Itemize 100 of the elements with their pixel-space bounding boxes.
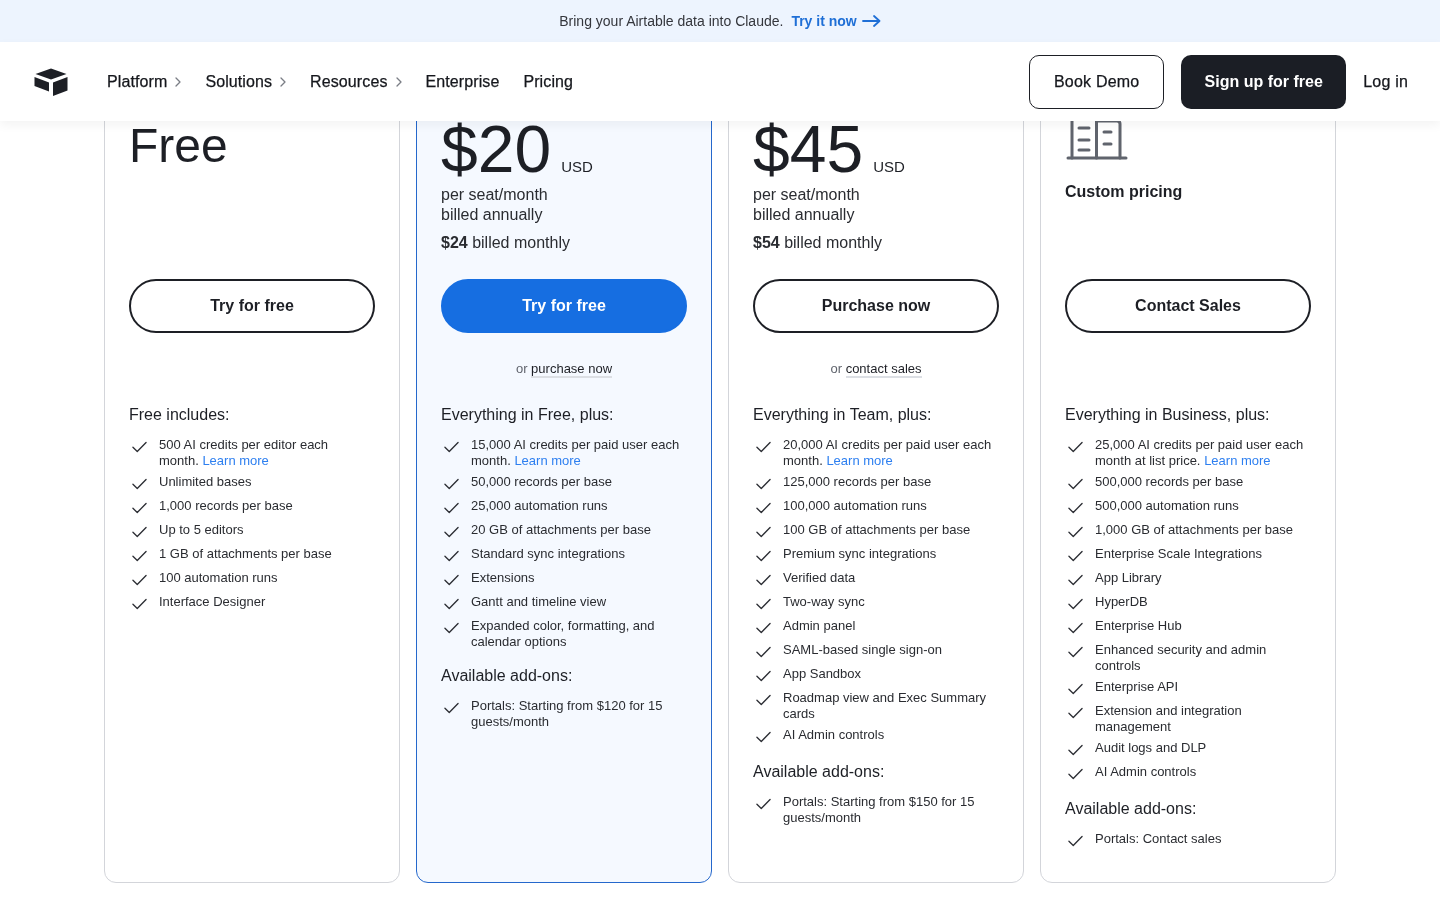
feature-text: Unlimited bases — [159, 474, 252, 490]
alternative-action-link[interactable]: contact sales — [845, 361, 922, 378]
check-icon — [444, 702, 459, 714]
book-demo-button[interactable]: Book Demo — [1029, 54, 1165, 109]
log-in-link[interactable]: Log in — [1363, 72, 1408, 91]
feature-text: Premium sync integrations — [783, 546, 937, 562]
check-icon — [756, 502, 771, 514]
billing-note: billed annually — [753, 205, 856, 225]
feature-text: 500 AI credits per editor each month. Learn more — [159, 437, 330, 469]
check-icon — [756, 478, 771, 490]
nav-menu-item[interactable]: Resources — [310, 72, 402, 91]
learn-more-link[interactable]: Learn more — [826, 453, 893, 468]
logo-icon[interactable] — [34, 67, 68, 96]
price-amount: $20 — [441, 122, 552, 176]
features-heading: Everything in Team, plus: — [753, 405, 933, 425]
check-icon — [132, 478, 147, 490]
plan-cta-button[interactable]: Try for free — [441, 279, 687, 333]
feature-text: Audit logs and DLP — [1095, 740, 1207, 756]
check-icon — [1068, 683, 1083, 695]
check-icon — [132, 598, 147, 610]
check-icon — [1068, 598, 1083, 610]
feature-text: AI Admin controls — [1095, 764, 1197, 780]
feature-text: Extensions — [471, 570, 535, 586]
alternative-action-text: or contact sales — [830, 361, 922, 378]
feature-text: 125,000 records per base — [783, 474, 932, 490]
feature-text: Extension and integration management — [1095, 703, 1243, 735]
plan-cta-button[interactable]: Try for free — [129, 279, 375, 333]
feature-text: Roadmap view and Exec Summary cards — [783, 690, 988, 722]
feature-text: 500,000 records per base — [1095, 474, 1244, 490]
plan-cta-button[interactable]: Contact Sales — [1065, 279, 1311, 333]
feature-text: App Library — [1095, 570, 1162, 586]
features-heading: Free includes: — [129, 405, 231, 425]
feature-text: Enhanced security and admin controls — [1095, 642, 1268, 674]
nav-menu-item[interactable]: Platform — [107, 72, 182, 91]
nav-menu-item[interactable]: Solutions — [205, 72, 287, 91]
price-amount: $45 — [753, 122, 864, 176]
add-on-text: Portals: Contact sales — [1095, 831, 1222, 847]
feature-text: Enterprise Scale Integrations — [1095, 546, 1262, 562]
add-ons-heading: Available add-ons: — [441, 666, 574, 686]
learn-more-link[interactable]: Learn more — [1204, 453, 1271, 468]
feature-text: 500,000 automation runs — [1095, 498, 1239, 514]
feature-text: Gantt and timeline view — [471, 594, 607, 610]
feature-text: Enterprise Hub — [1095, 618, 1182, 634]
check-icon — [1068, 622, 1083, 634]
feature-text: 15,000 AI credits per paid user each month. Learn more — [471, 437, 680, 469]
feature-text: Standard sync integrations — [471, 546, 625, 562]
check-icon — [756, 622, 771, 634]
check-icon — [132, 502, 147, 514]
learn-more-link[interactable]: Learn more — [514, 453, 581, 468]
check-icon — [444, 550, 459, 562]
feature-text: AI Admin controls — [783, 727, 885, 743]
check-icon — [1068, 502, 1083, 514]
monthly-price: $24 billed monthly — [441, 233, 571, 253]
check-icon — [444, 622, 459, 634]
feature-text: Two-way sync — [783, 594, 865, 610]
check-icon — [1068, 646, 1083, 658]
check-icon — [444, 478, 459, 490]
check-icon — [444, 441, 459, 453]
billing-note: billed annually — [441, 205, 544, 225]
check-icon — [1068, 550, 1083, 562]
nav-menu-item[interactable]: Enterprise — [425, 72, 500, 91]
alternative-action-link[interactable]: purchase now — [531, 361, 613, 378]
plan-cta-button[interactable]: Purchase now — [753, 279, 999, 333]
feature-text: App Sandbox — [783, 666, 862, 682]
nav-menu-item[interactable]: Pricing — [523, 72, 574, 91]
billing-period: per seat/month — [753, 185, 861, 205]
learn-more-link[interactable]: Learn more — [202, 453, 269, 468]
check-icon — [444, 526, 459, 538]
check-icon — [1068, 707, 1083, 719]
check-icon — [756, 694, 771, 706]
check-icon — [1068, 574, 1083, 586]
check-icon — [756, 550, 771, 562]
alternative-action-text: or purchase now — [515, 361, 613, 378]
check-icon — [1068, 526, 1083, 538]
feature-text: 100 automation runs — [159, 570, 278, 586]
check-icon — [756, 441, 771, 453]
add-ons-heading: Available add-ons: — [753, 762, 886, 782]
check-icon — [1068, 835, 1083, 847]
feature-text: 25,000 AI credits per paid user each month at list price. Learn more — [1095, 437, 1304, 469]
plan-name: Free — [129, 121, 229, 170]
feature-text: 20 GB of attachments per base — [471, 522, 651, 538]
currency-label: USD — [561, 158, 593, 176]
feature-text: 100 GB of attachments per base — [783, 522, 971, 538]
feature-text: Expanded color, formatting, and calendar options — [471, 618, 656, 650]
check-icon — [132, 441, 147, 453]
feature-text: 1,000 records per base — [159, 498, 293, 514]
check-icon — [1068, 768, 1083, 780]
add-on-text: Portals: Starting from $150 for 15 guests/month — [783, 794, 976, 826]
check-icon — [756, 574, 771, 586]
check-icon — [1068, 744, 1083, 756]
check-icon — [1068, 441, 1083, 453]
check-icon — [444, 598, 459, 610]
sign-up-button[interactable]: Sign up for free — [1181, 54, 1347, 109]
try-it-now-link[interactable]: Try it now — [791, 13, 881, 29]
feature-text: Enterprise API — [1095, 679, 1179, 695]
arrow-right-icon — [861, 15, 881, 27]
check-icon — [444, 574, 459, 586]
custom-pricing-label: Custom pricing — [1065, 182, 1184, 202]
feature-text: Interface Designer — [159, 594, 266, 610]
check-icon — [756, 598, 771, 610]
